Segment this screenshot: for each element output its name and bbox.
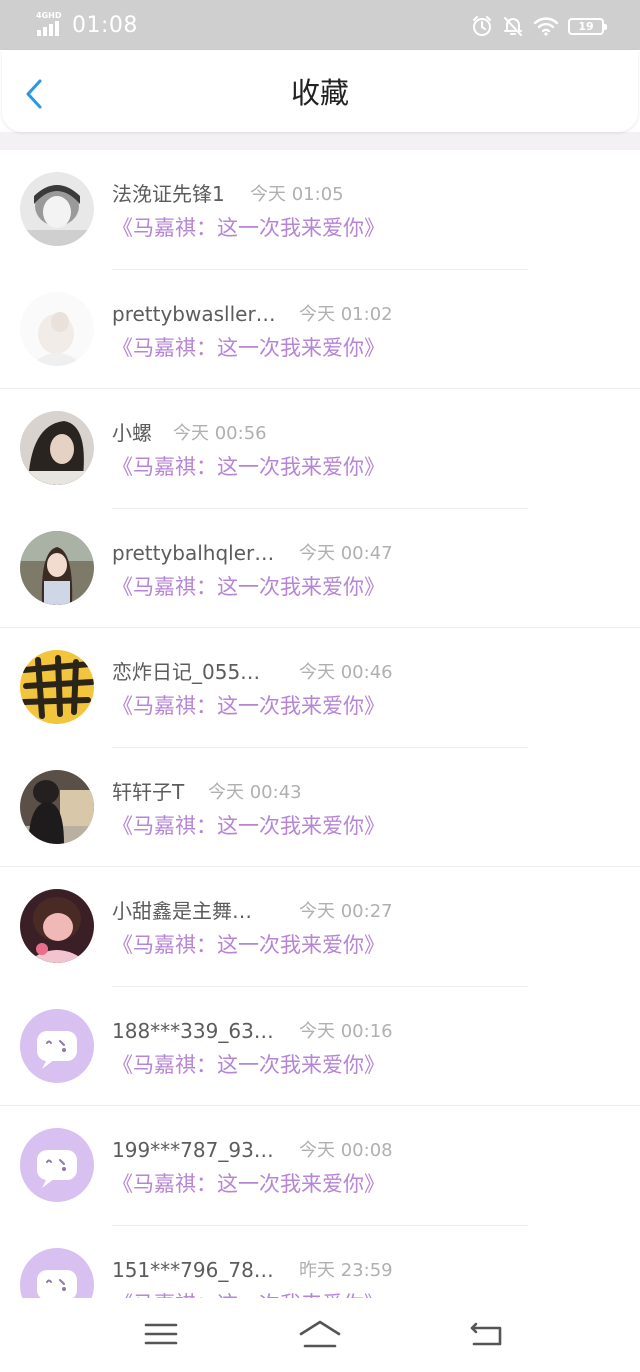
post-title: 《马嘉祺：这一次我来爱你》 — [112, 335, 385, 360]
system-back-button[interactable] — [462, 1316, 512, 1352]
home-icon — [299, 1320, 341, 1348]
list-item[interactable]: 151***796_78… 昨天 23:59 《马嘉祺：这一次我来爱你》 — [0, 1226, 640, 1299]
list-item[interactable]: 199***787_93… 今天 00:08 《马嘉祺：这一次我来爱你》 — [0, 1106, 640, 1226]
menu-icon — [144, 1323, 178, 1345]
avatar — [20, 1247, 94, 1298]
post-time: 今天 00:43 — [208, 781, 302, 803]
status-time: 01:08 — [72, 12, 138, 38]
post-time: 昨天 23:59 — [299, 1259, 393, 1281]
avatar — [20, 530, 94, 605]
post-title: 《马嘉祺：这一次我来爱你》 — [112, 1052, 385, 1077]
user-name: 199***787_93… — [112, 1138, 274, 1162]
avatar — [20, 172, 94, 246]
battery-icon: 19 — [568, 17, 607, 35]
post-title: 《马嘉祺：这一次我来爱你》 — [112, 574, 385, 599]
wifi-icon — [533, 16, 559, 36]
post-title: 《马嘉祺：这一次我来爱你》 — [112, 813, 385, 838]
header-gap — [0, 132, 640, 150]
avatar — [20, 769, 94, 844]
favorites-list: 法浼证先锋1 今天 01:05 《马嘉祺：这一次我来爱你》 prettybwas… — [0, 150, 640, 1298]
page-title: 收藏 — [290, 76, 349, 110]
user-name: 151***796_78… — [112, 1257, 274, 1282]
user-name: 小甜鑫是主舞… — [112, 899, 252, 923]
system-nav-bar — [0, 1298, 640, 1372]
avatar — [20, 650, 94, 724]
post-title: 《马嘉祺：这一次我来爱你》 — [112, 1172, 385, 1196]
menu-button[interactable] — [136, 1316, 186, 1352]
list-item[interactable]: prettybwasller… 今天 01:02 《马嘉祺：这一次我来爱你》 — [0, 270, 640, 390]
avatar — [20, 291, 94, 366]
post-time: 今天 00:46 — [299, 662, 393, 683]
list-item[interactable]: 法浼证先锋1 今天 01:05 《马嘉祺：这一次我来爱你》 — [0, 150, 640, 270]
list-item[interactable]: 188***339_63… 今天 00:16 《马嘉祺：这一次我来爱你》 — [0, 987, 640, 1107]
post-time: 今天 00:27 — [299, 901, 393, 922]
list-item[interactable]: 小甜鑫是主舞… 今天 00:27 《马嘉祺：这一次我来爱你》 — [0, 867, 640, 987]
post-time: 今天 00:16 — [299, 1020, 393, 1042]
user-name: prettybalhqler… — [112, 540, 275, 565]
post-time: 今天 01:05 — [250, 184, 344, 205]
post-time: 今天 01:02 — [299, 303, 393, 325]
post-title: 《马嘉祺：这一次我来爱你》 — [112, 455, 385, 479]
avatar — [20, 411, 94, 485]
post-title: 《马嘉祺：这一次我来爱你》 — [112, 933, 385, 957]
status-bar: 4GHD 01:08 19 — [0, 0, 640, 50]
list-item[interactable]: 轩轩子T 今天 00:43 《马嘉祺：这一次我来爱你》 — [0, 748, 640, 868]
post-title: 《马嘉祺：这一次我来爱你》 — [112, 216, 385, 240]
post-time: 今天 00:08 — [299, 1140, 393, 1161]
post-title: 《马嘉祺：这一次我来爱你》 — [112, 1289, 385, 1299]
post-title: 《马嘉祺：这一次我来爱你》 — [112, 694, 385, 718]
user-name: 188***339_63… — [112, 1018, 274, 1043]
user-name: 小螺 — [112, 421, 152, 445]
home-button[interactable] — [295, 1316, 345, 1352]
user-name: prettybwasller… — [112, 301, 276, 326]
list-item[interactable]: prettybalhqler… 今天 00:47 《马嘉祺：这一次我来爱你》 — [0, 509, 640, 629]
status-left: 4GHD 01:08 — [36, 10, 138, 40]
avatar — [20, 889, 94, 963]
network-type: 4GHD — [36, 11, 62, 20]
post-time: 今天 00:47 — [299, 542, 393, 564]
mute-icon — [502, 15, 524, 37]
header-bar: 收藏 — [2, 50, 638, 132]
list-item[interactable]: 小螺 今天 00:56 《马嘉祺：这一次我来爱你》 — [0, 389, 640, 509]
user-name: 法浼证先锋1 — [112, 182, 225, 206]
user-name: 轩轩子T — [112, 779, 185, 804]
user-name: 恋炸日记_055… — [112, 660, 261, 684]
post-time: 今天 00:56 — [173, 423, 267, 444]
signal-icon: 4GHD — [36, 11, 66, 39]
back-icon — [470, 1322, 502, 1346]
avatar — [20, 1008, 94, 1083]
alarm-icon — [471, 15, 493, 37]
avatar — [20, 1128, 94, 1202]
status-right: 19 — [471, 12, 607, 40]
list-item[interactable]: 恋炸日记_055… 今天 00:46 《马嘉祺：这一次我来爱你》 — [0, 628, 640, 748]
